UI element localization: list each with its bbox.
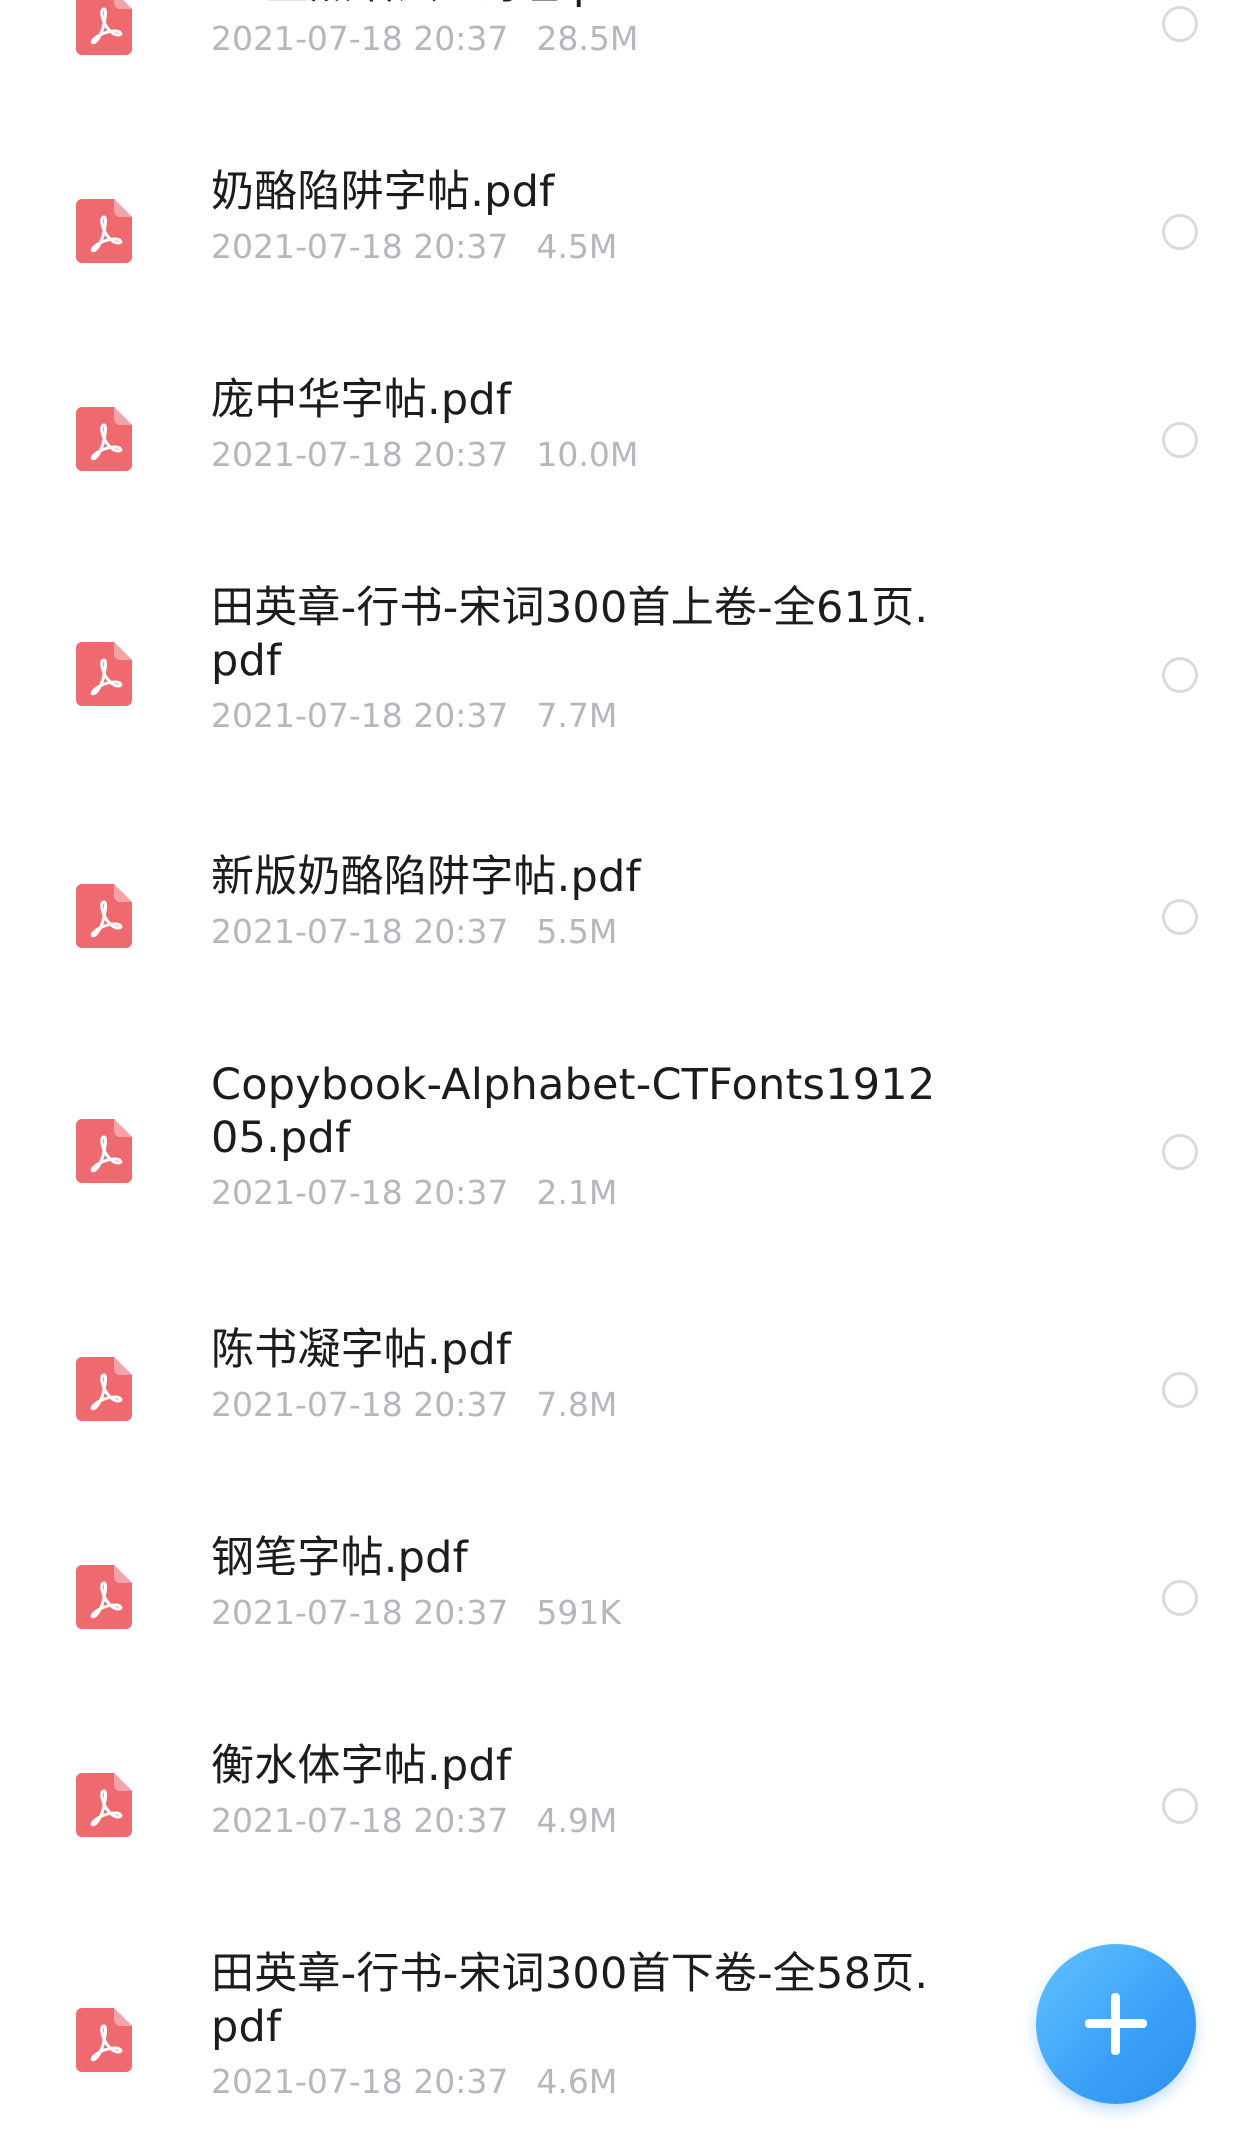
- file-date: 2021-07-18 20:37: [211, 1801, 509, 1840]
- file-meta: 2021-07-18 20:37 10.0M: [211, 435, 952, 475]
- file-row[interactable]: 陈书凝字帖.pdf 2021-07-18 20:37 7.8M: [0, 1324, 1242, 1454]
- file-meta: 2021-07-18 20:37 7.7M: [211, 696, 952, 736]
- file-row[interactable]: 钢笔字帖.pdf 2021-07-18 20:37 591K: [0, 1532, 1242, 1662]
- pdf-file-icon: [76, 1357, 132, 1421]
- file-name: 钢笔字帖.pdf: [211, 1533, 468, 1583]
- pdf-file-icon: [76, 1773, 132, 1837]
- file-text: 奶酪陷阱字帖.pdf 2021-07-18 20:37 4.5M: [211, 166, 952, 267]
- file-date: 2021-07-18 20:37: [211, 2062, 509, 2101]
- file-text: 庞中华字帖.pdf 2021-07-18 20:37 10.0M: [211, 374, 952, 475]
- file-meta: 2021-07-18 20:37 7.8M: [211, 1385, 952, 1425]
- pdf-file-icon: [76, 199, 132, 263]
- file-name: 新版奶酪陷阱字帖.pdf: [211, 852, 641, 902]
- file-size: 10.0M: [536, 435, 639, 474]
- pdf-file-icon: [76, 642, 132, 706]
- file-size: 2.1M: [536, 1173, 618, 1212]
- file-text: 陈书凝字帖.pdf 2021-07-18 20:37 7.8M: [211, 1324, 952, 1425]
- plus-icon-bar: [1111, 1993, 1120, 2055]
- file-row[interactable]: 奶酪陷阱字帖.pdf 2021-07-18 20:37 4.5M: [0, 166, 1242, 296]
- file-name: 田英章-行书-宋词300首下卷-全58页.pdf: [211, 1949, 929, 2052]
- file-date: 2021-07-18 20:37: [211, 912, 509, 951]
- file-row[interactable]: Copybook-Alphabet-CTFonts191205.pdf 2021…: [0, 1059, 1242, 1243]
- file-meta: 2021-07-18 20:37 4.5M: [211, 227, 952, 267]
- file-text: 衡水体字帖.pdf 2021-07-18 20:37 4.9M: [211, 1740, 952, 1841]
- pdf-file-icon: [76, 1119, 132, 1183]
- file-date: 2021-07-18 20:37: [211, 1593, 509, 1632]
- select-radio[interactable]: [1162, 899, 1198, 935]
- file-size: 5.5M: [536, 912, 618, 951]
- select-radio[interactable]: [1162, 214, 1198, 250]
- file-meta: 2021-07-18 20:37 28.5M: [211, 19, 952, 59]
- file-text: 田英章-行书-宋词300首下卷-全58页.pdf 2021-07-18 20:3…: [211, 1948, 952, 2102]
- pdf-file-icon: [76, 884, 132, 948]
- select-radio[interactable]: [1162, 6, 1198, 42]
- file-name: Copybook-Alphabet-CTFonts191205.pdf: [211, 1060, 936, 1163]
- file-text: 田英章-行书-宋词300首上卷-全61页.pdf 2021-07-18 20:3…: [211, 582, 952, 736]
- file-name: 田英章-行书-宋词300首上卷-全61页.pdf: [211, 583, 929, 686]
- pdf-file-icon: [76, 0, 132, 55]
- file-name: 陈书凝字帖.pdf: [211, 1325, 512, 1375]
- file-size: 7.8M: [536, 1385, 618, 1424]
- select-radio[interactable]: [1162, 422, 1198, 458]
- file-size: 4.9M: [536, 1801, 618, 1840]
- select-radio[interactable]: [1162, 657, 1198, 693]
- file-meta: 2021-07-18 20:37 5.5M: [211, 912, 952, 952]
- add-button[interactable]: [1036, 1944, 1196, 2104]
- file-text: 钢笔字帖.pdf 2021-07-18 20:37 591K: [211, 1532, 952, 1633]
- file-size: 591K: [536, 1593, 622, 1632]
- file-text: Copybook-Alphabet-CTFonts191205.pdf 2021…: [211, 1059, 952, 1213]
- select-radio[interactable]: [1162, 1134, 1198, 1170]
- file-date: 2021-07-18 20:37: [211, 19, 509, 58]
- select-radio[interactable]: [1162, 1788, 1198, 1824]
- file-meta: 2021-07-18 20:37 4.9M: [211, 1801, 952, 1841]
- file-name: 衡水体字帖.pdf: [211, 1741, 512, 1791]
- pdf-file-icon: [76, 1565, 132, 1629]
- file-date: 2021-07-18 20:37: [211, 696, 509, 735]
- file-name: 00重点语法&词组.pdf: [211, 0, 952, 11]
- select-radio[interactable]: [1162, 1580, 1198, 1616]
- file-row[interactable]: 衡水体字帖.pdf 2021-07-18 20:37 4.9M: [0, 1740, 1242, 1870]
- file-text: 新版奶酪陷阱字帖.pdf 2021-07-18 20:37 5.5M: [211, 851, 952, 952]
- pdf-file-icon: [76, 2008, 132, 2072]
- file-date: 2021-07-18 20:37: [211, 1385, 509, 1424]
- file-row[interactable]: 庞中华字帖.pdf 2021-07-18 20:37 10.0M: [0, 374, 1242, 504]
- file-date: 2021-07-18 20:37: [211, 1173, 509, 1212]
- file-row[interactable]: 新版奶酪陷阱字帖.pdf 2021-07-18 20:37 5.5M: [0, 851, 1242, 981]
- file-size: 4.6M: [536, 2062, 618, 2101]
- file-name: 庞中华字帖.pdf: [211, 375, 512, 425]
- file-meta: 2021-07-18 20:37 2.1M: [211, 1173, 952, 1213]
- file-meta: 2021-07-18 20:37 591K: [211, 1593, 952, 1633]
- pdf-file-icon: [76, 407, 132, 471]
- file-size: 4.5M: [536, 227, 618, 266]
- file-date: 2021-07-18 20:37: [211, 435, 509, 474]
- file-size: 28.5M: [536, 19, 639, 58]
- select-radio[interactable]: [1162, 1372, 1198, 1408]
- file-row[interactable]: 00重点语法&词组.pdf 2021-07-18 20:37 28.5M: [0, 0, 1242, 88]
- file-size: 7.7M: [536, 696, 618, 735]
- file-meta: 2021-07-18 20:37 4.6M: [211, 2062, 952, 2102]
- file-text: 00重点语法&词组.pdf 2021-07-18 20:37 28.5M: [211, 0, 952, 59]
- file-row[interactable]: 田英章-行书-宋词300首上卷-全61页.pdf 2021-07-18 20:3…: [0, 582, 1242, 766]
- file-date: 2021-07-18 20:37: [211, 227, 509, 266]
- file-list: 00重点语法&词组.pdf 2021-07-18 20:37 28.5M 奶酪陷阱…: [0, 0, 1242, 2134]
- file-name: 奶酪陷阱字帖.pdf: [211, 167, 555, 217]
